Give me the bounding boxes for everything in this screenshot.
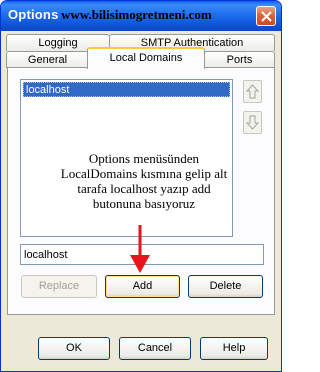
tab-local-domains[interactable]: Local Domains [87, 47, 205, 69]
annotation-line-4: butonuna basıyoruz [92, 196, 196, 211]
list-item-label: localhost [26, 84, 70, 96]
add-button[interactable]: Add [105, 275, 180, 298]
title-bar[interactable]: Options www.bilisimogretmeni.com [1, 1, 281, 31]
close-button[interactable] [256, 6, 276, 26]
replace-button[interactable]: Replace [21, 275, 97, 298]
tab-local-domains-label: Local Domains [109, 52, 183, 64]
arrow-up-icon [246, 84, 259, 99]
arrow-down-icon [246, 115, 259, 130]
annotation-line-2: LocalDomains kısmına gelip alt [60, 166, 228, 181]
annotation-line-1: Options menüsünden [88, 151, 200, 166]
move-up-button[interactable] [243, 80, 262, 103]
tab-ports[interactable]: Ports [204, 51, 275, 68]
close-icon [261, 11, 272, 22]
cancel-button[interactable]: Cancel [119, 337, 191, 360]
ok-button[interactable]: OK [38, 337, 110, 360]
tab-general[interactable]: General [6, 51, 89, 68]
help-button[interactable]: Help [200, 337, 268, 360]
move-down-button[interactable] [243, 111, 262, 134]
list-item[interactable]: localhost [23, 82, 230, 97]
annotation-text: Options menüsünden LocalDomains kısmına … [37, 151, 251, 211]
red-arrow-icon [130, 225, 150, 273]
window-title: Options [8, 7, 59, 22]
tab-logging-label: Logging [38, 37, 78, 49]
tab-general-label: General [27, 54, 68, 66]
options-dialog: Options www.bilisimogretmeni.com Logging… [0, 0, 282, 372]
watermark-text: www.bilisimogretmeni.com [61, 7, 212, 22]
tab-ports-label: Ports [226, 54, 253, 66]
annotation-line-3: tarafa localhost yazıp add [77, 181, 211, 196]
delete-button[interactable]: Delete [188, 275, 263, 298]
